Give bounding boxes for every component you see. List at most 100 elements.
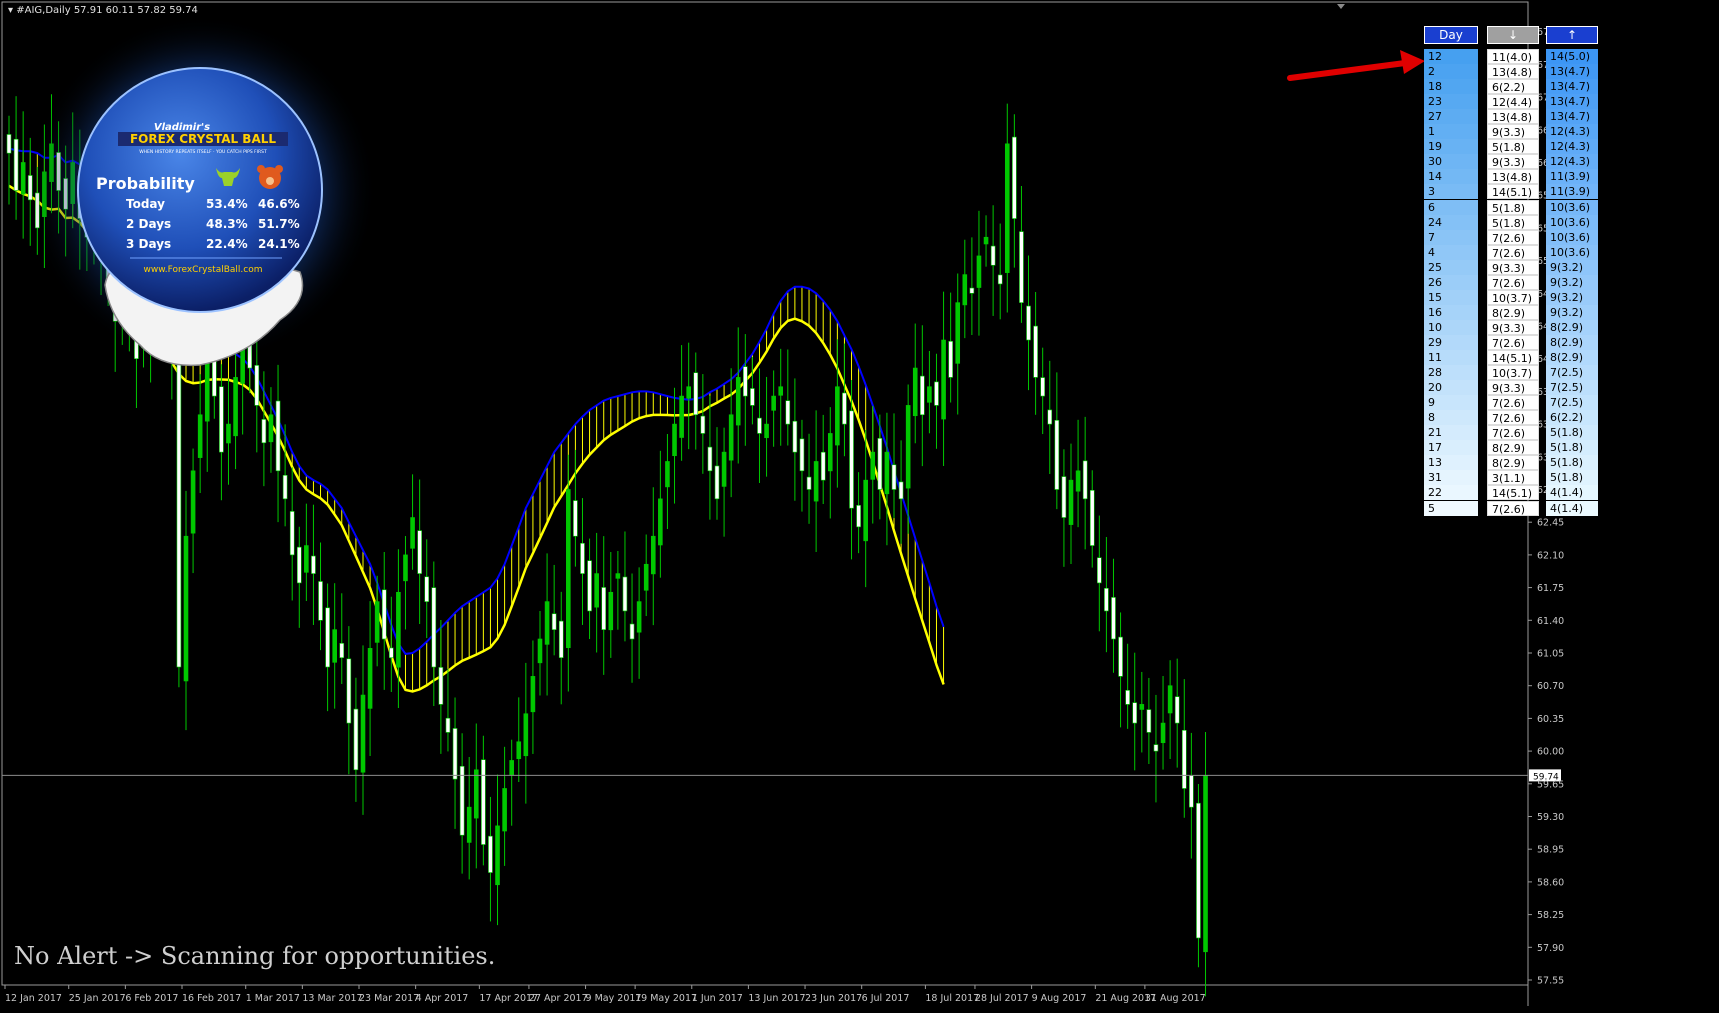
down-count-cell: 10(3.7) (1487, 365, 1539, 381)
down-count-cell: 8(2.9) (1487, 455, 1539, 471)
bear-candle (629, 623, 635, 640)
arrow-up-icon[interactable]: ↑ (1546, 26, 1598, 44)
red-arrow-shaft (1287, 60, 1408, 81)
bull-candle (764, 423, 769, 439)
brand-main-text: FOREX CRYSTAL BALL (130, 132, 276, 146)
day-cell: 16 (1424, 304, 1478, 320)
day-cell: 22 (1424, 485, 1478, 501)
bear-candle (417, 530, 422, 574)
bear-candle (6, 134, 12, 154)
down-count-cell: 9(3.3) (1487, 319, 1539, 335)
x-tick-label: 28 Jul 2017 (975, 993, 1029, 1004)
bull-candle (183, 535, 189, 682)
bear-candle (580, 542, 585, 574)
bear-candle (1146, 709, 1152, 733)
up-count-cell: 10(3.6) (1546, 244, 1598, 260)
bear-candle (622, 576, 628, 612)
bear-candle (785, 400, 791, 425)
day-cell: 19 (1424, 139, 1478, 155)
down-count-cell: 9(3.3) (1487, 259, 1539, 275)
bull-candle (721, 451, 727, 487)
bear-candle (757, 417, 762, 434)
bull-candle (735, 377, 741, 426)
bear-candle (1189, 775, 1194, 808)
prob-bull-value: 48.3% (206, 217, 248, 231)
down-count-cell: 7(2.6) (1487, 425, 1539, 441)
day-cell: 9 (1424, 395, 1478, 411)
x-tick-label: 6 Feb 2017 (125, 993, 178, 1004)
day-cell: 14 (1424, 169, 1478, 185)
bear-candle (842, 392, 847, 425)
x-tick-label: 6 Jul 2017 (862, 993, 910, 1004)
bull-candle (20, 162, 26, 195)
bear-candle (820, 451, 826, 481)
bear-candle (445, 717, 451, 733)
bull-candle (566, 489, 571, 649)
bear-candle (1089, 490, 1095, 546)
bear-candle (296, 546, 302, 584)
up-count-cell: 11(3.9) (1546, 184, 1598, 200)
bear-candle (282, 475, 288, 500)
y-tick-label: 57.55 (1537, 976, 1564, 987)
bull-candle (226, 423, 231, 444)
up-count-cell: 10(3.6) (1546, 214, 1598, 230)
scroll-marker-icon (1337, 4, 1345, 9)
bear-candle (481, 759, 486, 845)
bull-candle (827, 433, 833, 472)
up-count-cell: 7(2.5) (1546, 395, 1598, 411)
bear-candle (948, 341, 953, 378)
bear-candle (1125, 690, 1130, 705)
x-tick-label: 1 Mar 2017 (246, 993, 300, 1004)
y-tick-label: 60.70 (1537, 681, 1564, 692)
down-count-cell: 12(4.4) (1487, 94, 1539, 110)
day-cell: 1 (1424, 124, 1478, 140)
y-tick-label: 59.65 (1537, 779, 1564, 790)
up-count-cell: 9(3.2) (1546, 304, 1598, 320)
day-cell: 26 (1424, 274, 1478, 290)
bear-candle (318, 581, 323, 621)
down-count-cell: 5(1.8) (1487, 199, 1539, 215)
arrow-down-icon[interactable]: ↓ (1487, 26, 1539, 44)
bear-candle (1019, 231, 1024, 303)
bear-candle (212, 360, 217, 397)
bull-candle (976, 255, 982, 288)
alert-status-text: No Alert -> Scanning for opportunities. (14, 942, 496, 970)
bull-candle (374, 601, 380, 643)
up-count-cell: 10(3.6) (1546, 229, 1598, 245)
prob-bear-value: 46.6% (258, 197, 300, 211)
bear-candle (1181, 730, 1187, 789)
bear-candle (799, 438, 805, 472)
bear-candle (389, 647, 394, 658)
bull-candle (665, 461, 670, 488)
day-cell: 25 (1424, 259, 1478, 275)
day-column-header[interactable]: Day (1424, 26, 1478, 44)
day-cell: 28 (1424, 365, 1478, 381)
bull-candle (927, 386, 932, 403)
bull-candle (544, 601, 550, 645)
bear-candle (920, 375, 925, 416)
bear-candle (700, 415, 706, 434)
down-count-cell: 5(1.8) (1487, 214, 1539, 230)
bull-candle (778, 386, 784, 396)
bear-candle (587, 560, 592, 612)
down-count-cell: 13(4.8) (1487, 109, 1539, 125)
bear-candle (325, 607, 330, 668)
up-count-cell: 13(4.7) (1546, 64, 1598, 80)
down-count-cell: 9(3.3) (1487, 124, 1539, 140)
y-tick-label: 58.25 (1537, 910, 1564, 921)
triangle-down-icon[interactable]: ▾ (8, 5, 13, 16)
day-cell: 13 (1424, 455, 1478, 471)
up-count-cell: 5(1.8) (1546, 470, 1598, 486)
bull-candle (516, 741, 522, 760)
bull-candle (870, 451, 876, 480)
bull-candle (962, 274, 968, 306)
x-axis-labels: 12 Jan 2017 25 Jan 2017 6 Feb 2017 16 Feb 2… (4, 985, 1206, 1004)
down-count-cell: 13(4.8) (1487, 169, 1539, 185)
day-cell: 18 (1424, 79, 1478, 95)
down-count-cell: 9(3.3) (1487, 380, 1539, 396)
day-cell: 27 (1424, 109, 1478, 125)
y-tick-label: 60.35 (1537, 714, 1564, 725)
symbol-name: #AIG,Daily (16, 5, 71, 16)
down-count-cell: 10(3.7) (1487, 289, 1539, 305)
up-count-cell: 7(2.5) (1546, 365, 1598, 381)
